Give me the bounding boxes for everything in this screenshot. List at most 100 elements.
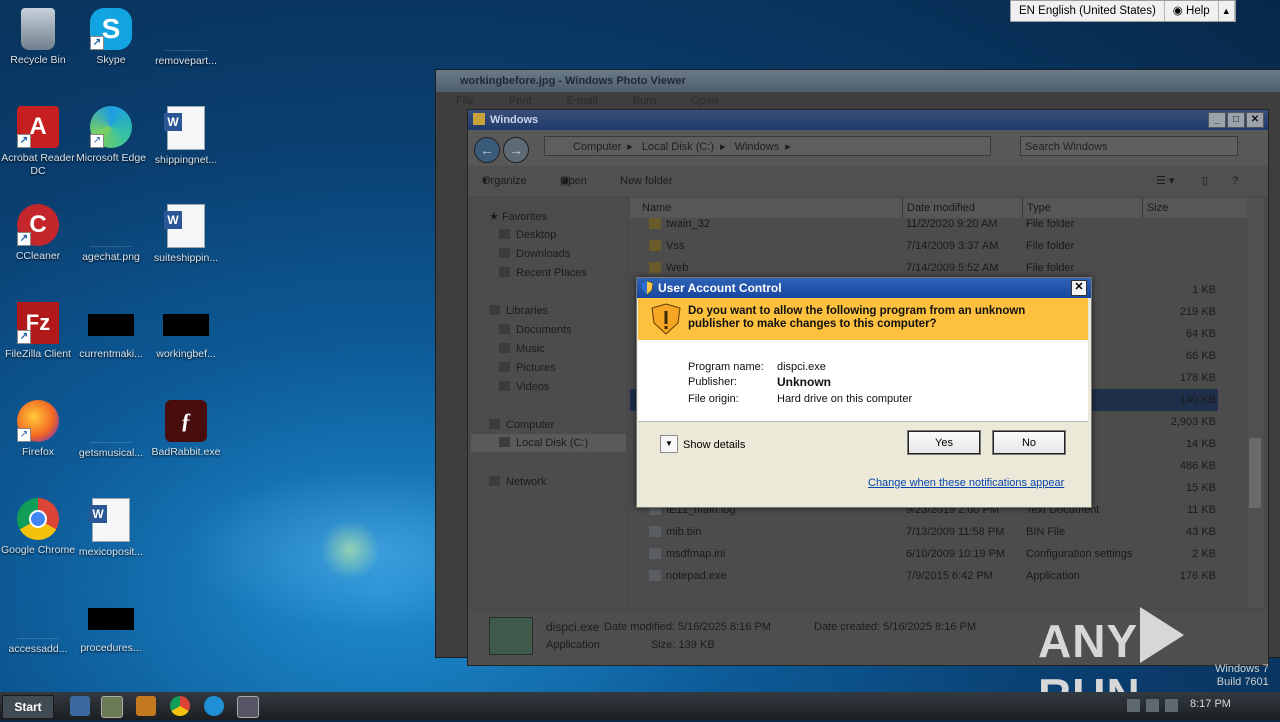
uac-info: Program name: dispci.exe Publisher: Unkn… (638, 340, 1088, 421)
ie-icon[interactable] (70, 696, 90, 716)
desktop-icon-chrome[interactable]: Google Chrome (0, 498, 76, 557)
file-row[interactable]: msdfmap.ini 6/10/2009 10:19 PM Configurati… (630, 543, 1218, 565)
new-folder-button[interactable]: New folder (620, 166, 673, 196)
cell-date: 7/14/2009 5:52 AM (906, 262, 999, 274)
no-button[interactable]: No (992, 430, 1066, 455)
desktop-icon-skype[interactable]: S ↗ Skype (73, 8, 149, 67)
nav-recent-places[interactable]: Recent Places (499, 267, 587, 279)
desktop-icon-agechat[interactable]: agechat.png (73, 204, 149, 264)
file-row[interactable]: twain_32 11/2/2020 9:20 AM File folder (630, 213, 1218, 235)
yes-button[interactable]: Yes (907, 430, 981, 455)
image-file-icon (90, 204, 132, 247)
shield-icon (641, 281, 653, 295)
nav-downloads[interactable]: Downloads (499, 248, 570, 260)
file-icon (88, 608, 134, 630)
cell-type: File folder (1026, 240, 1075, 252)
views-icon[interactable]: ☰ ▾ (1156, 166, 1174, 196)
chrome-taskbar-icon[interactable] (170, 696, 190, 716)
file-origin-label: File origin: (688, 393, 739, 405)
nav-libraries[interactable]: Libraries (489, 305, 548, 317)
close-button[interactable]: ✕ (1246, 112, 1264, 128)
cell-type: Configuration settings (1026, 548, 1133, 560)
nav-network[interactable]: Network (489, 476, 546, 488)
nav-favorites[interactable]: ★ Favorites (489, 210, 547, 223)
cell-size: 178 KB (1179, 372, 1216, 384)
search-input[interactable]: Search Windows (1020, 136, 1238, 156)
publisher-label: Publisher: (688, 376, 737, 388)
flag-icon[interactable] (1127, 699, 1140, 712)
menu-file[interactable]: File (456, 95, 474, 107)
file-row[interactable]: mib.bin 7/13/2009 11:58 PM BIN File 43 KB (630, 521, 1218, 543)
back-button[interactable]: ← (474, 137, 500, 163)
desktop-icon-filezilla[interactable]: Fz ↗ FileZilla Client (0, 302, 76, 361)
breadcrumb-computer[interactable]: Computer (573, 141, 621, 153)
language-bar-options[interactable]: ▲ (1219, 1, 1235, 21)
desktop-icon-firefox[interactable]: ↗ Firefox (0, 400, 76, 459)
desktop-icon-recycle-bin[interactable]: Recycle Bin (0, 8, 76, 67)
chrome-icon (17, 498, 59, 540)
explorer-titlebar: Windows _ □ ✕ (468, 110, 1268, 130)
vertical-scrollbar[interactable] (1247, 198, 1264, 608)
acrobat-icon: A ↗ (17, 106, 59, 148)
network-icon[interactable] (1146, 699, 1159, 712)
breadcrumb-local-disk[interactable]: Local Disk (C:) (642, 141, 714, 153)
menu-email[interactable]: E-mail (566, 95, 597, 107)
preview-pane-icon[interactable]: ▯ (1202, 166, 1208, 196)
desktop-icon-edge[interactable]: ↗ Microsoft Edge (73, 106, 149, 165)
desktop-icon-acrobat[interactable]: A ↗ Acrobat Reader DC (0, 106, 76, 178)
cell-date: 7/14/2009 3:37 AM (906, 240, 999, 252)
nav-computer[interactable]: Computer (489, 419, 554, 431)
command-bar: Organize ▾ ▣ Open New folder ☰ ▾ ▯ ? (468, 166, 1268, 196)
desktop-icon-suiteshippin[interactable]: W suiteshippin... (148, 204, 224, 265)
address-bar[interactable]: Computer ▸ Local Disk (C:) ▸ Windows ▸ (544, 136, 991, 156)
help-button[interactable]: ◉ Help (1165, 1, 1219, 21)
desktop-icon-currentmaki[interactable]: currentmaki... (73, 302, 149, 361)
forward-button[interactable]: → (503, 137, 529, 163)
desktop-icon-accessadd[interactable]: accessadd... (0, 596, 76, 656)
desktop-icon-getsmusical[interactable]: getsmusical... (73, 400, 149, 460)
details-kind: Application (546, 639, 600, 651)
desktop-icon-ccleaner[interactable]: C ↗ CCleaner (0, 204, 76, 263)
uac-close-button[interactable]: ✕ (1071, 280, 1087, 296)
help-icon[interactable]: ? (1232, 166, 1238, 196)
language-bar: EN English (United States) ◉ Help ▲ (1010, 0, 1236, 22)
organize-button[interactable]: Organize ▾ (482, 166, 527, 196)
nav-documents[interactable]: Documents (499, 324, 572, 336)
desktop-icon-procedures[interactable]: procedures... (73, 596, 149, 655)
menu-open[interactable]: Open (691, 95, 718, 107)
nav-desktop[interactable]: Desktop (499, 229, 556, 241)
file-row[interactable]: notepad.exe 7/9/2015 6:42 PM Application 17… (630, 565, 1218, 587)
nav-pictures[interactable]: Pictures (499, 362, 556, 374)
file-row[interactable]: Web 7/14/2009 5:52 AM File folder (630, 257, 1218, 279)
file-row[interactable]: Vss 7/14/2009 3:37 AM File folder (630, 235, 1218, 257)
desktop-icon-workingbef[interactable]: workingbef... (148, 302, 224, 361)
desktop-icon-shippingnet[interactable]: W shippingnet... (148, 106, 224, 167)
maximize-button[interactable]: □ (1227, 112, 1245, 128)
volume-icon[interactable] (1165, 699, 1178, 712)
photo-viewer-taskbar-icon[interactable] (237, 696, 259, 718)
start-button[interactable]: Start (2, 695, 54, 719)
menu-print[interactable]: Print (509, 95, 532, 107)
show-details-toggle[interactable]: ▼ (660, 435, 678, 453)
desktop-icon-removepart[interactable]: removepart... (148, 8, 224, 68)
nav-videos[interactable]: Videos (499, 381, 549, 393)
scrollbar-thumb[interactable] (1249, 438, 1261, 508)
minimize-button[interactable]: _ (1208, 112, 1226, 128)
desktop-icon-badrabbit[interactable]: ƒ BadRabbit.exe (148, 400, 224, 459)
media-player-icon[interactable] (136, 696, 156, 716)
language-selector[interactable]: EN English (United States) (1011, 1, 1165, 21)
cell-size: 14 KB (1186, 438, 1216, 450)
breadcrumb-windows[interactable]: Windows (735, 141, 780, 153)
nav-local-disk[interactable]: Local Disk (C:) (499, 437, 588, 449)
explorer-taskbar-icon[interactable] (101, 696, 123, 718)
menu-burn[interactable]: Burn (633, 95, 656, 107)
cell-size: 486 KB (1179, 460, 1216, 472)
edge-taskbar-icon[interactable] (204, 696, 224, 716)
show-details-label[interactable]: Show details (683, 439, 745, 451)
desktop-icon-mexicoposit[interactable]: W mexicoposit... (73, 498, 149, 559)
clock[interactable]: 8:17 PM (1190, 698, 1231, 710)
nav-music[interactable]: Music (499, 343, 545, 355)
exe-file-icon (489, 617, 533, 655)
change-notifications-link[interactable]: Change when these notifications appear (868, 477, 1064, 489)
folder-icon (649, 262, 661, 273)
